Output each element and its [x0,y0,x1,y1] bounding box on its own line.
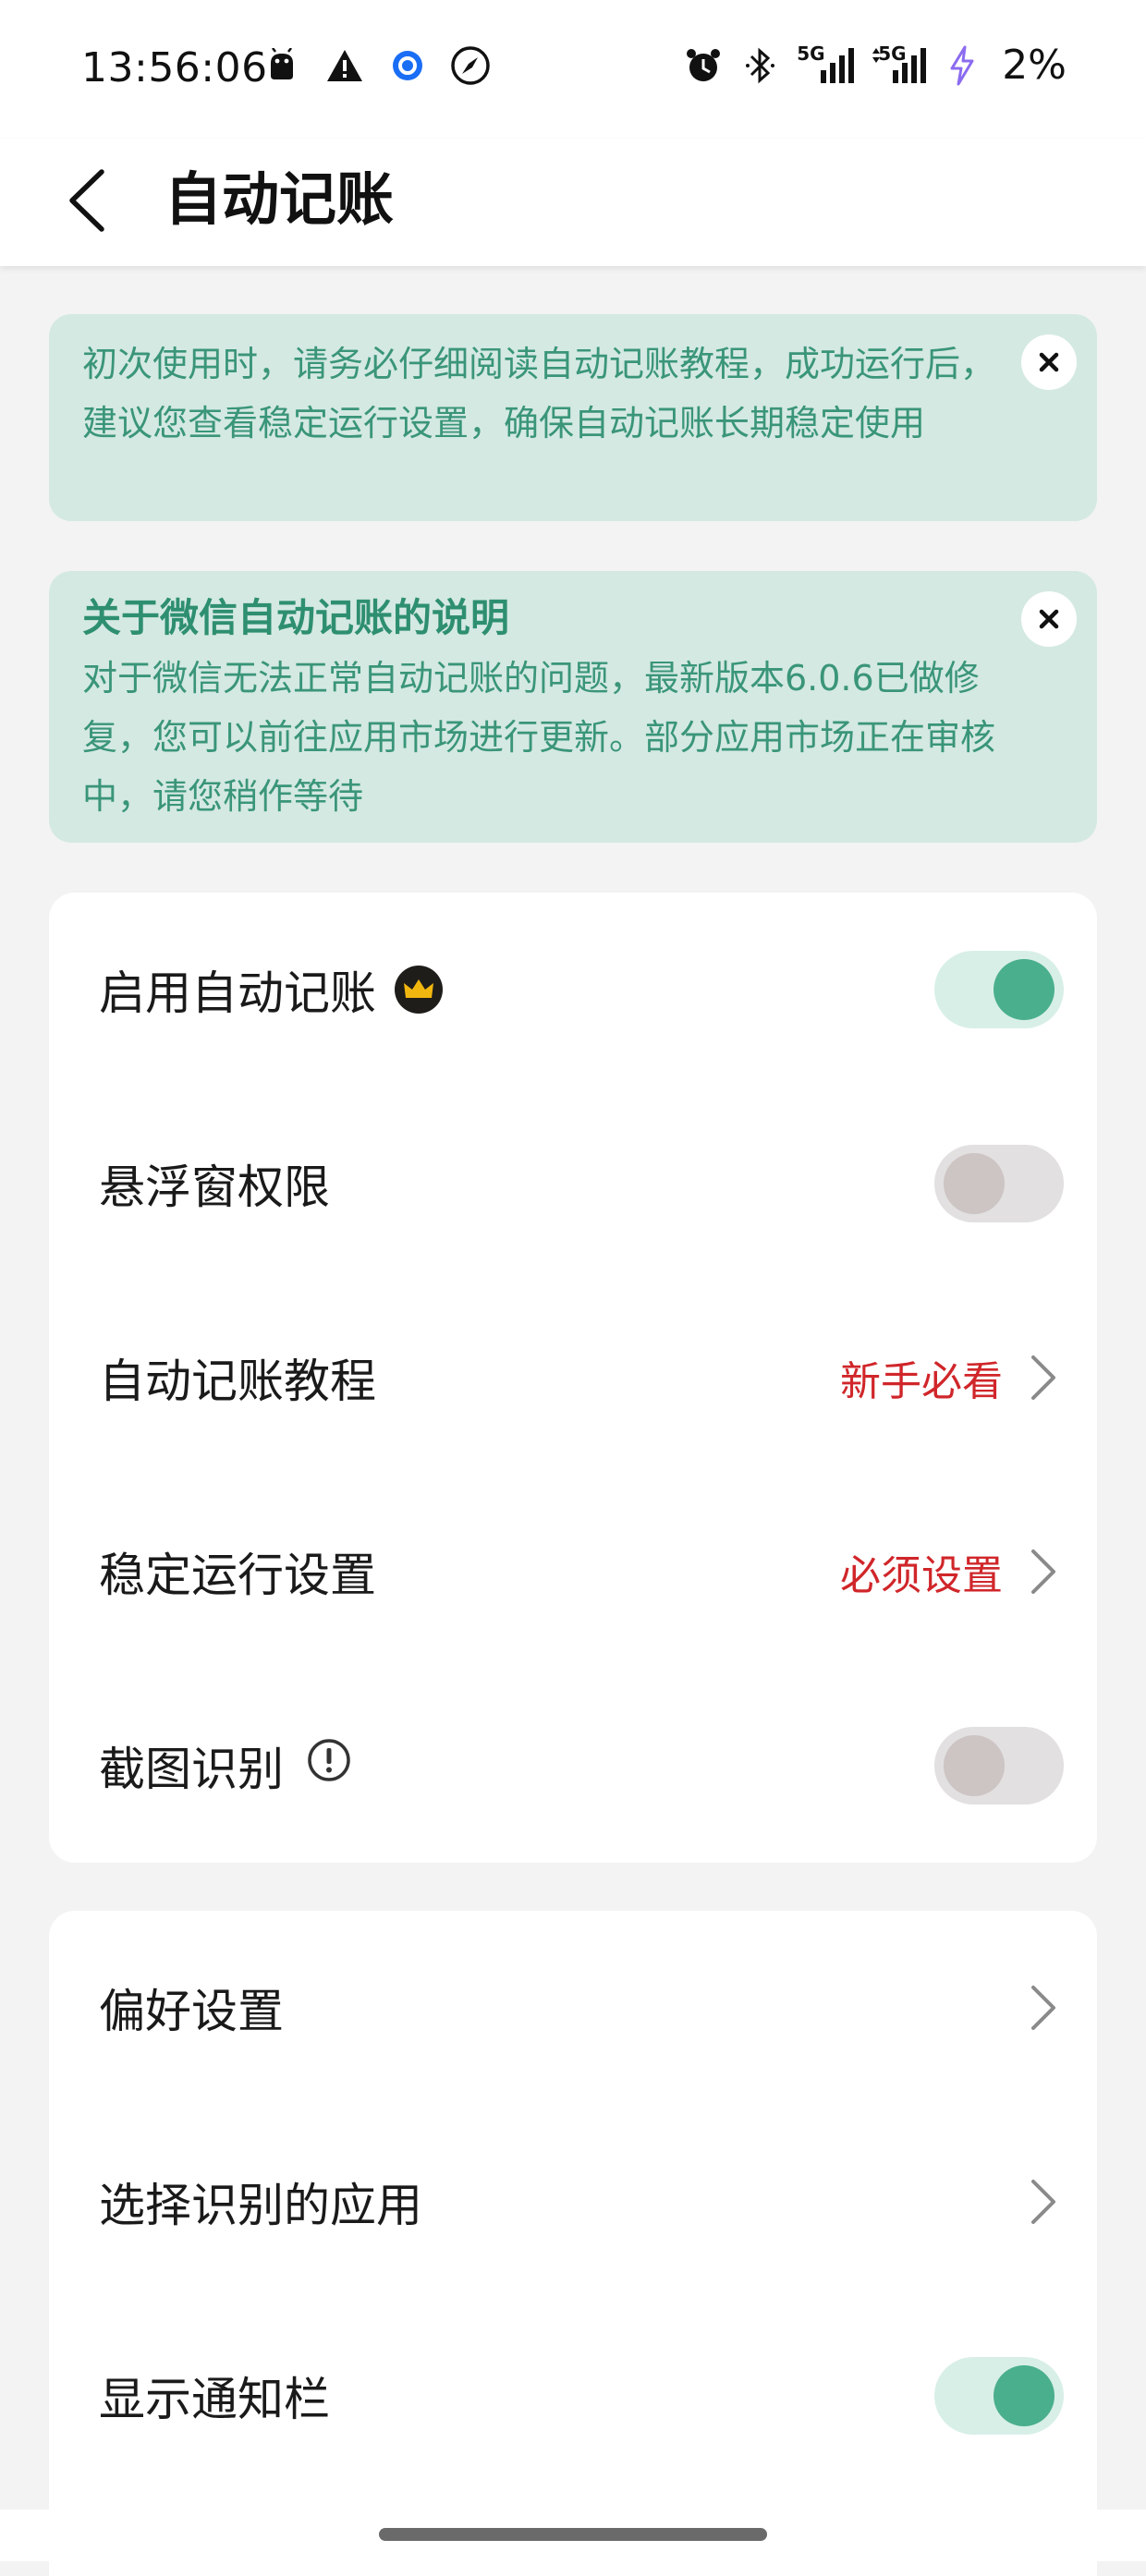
setting-label: 稳定运行设置 [99,1549,376,1602]
close-notice-button[interactable] [1021,591,1077,647]
chevron-right-icon [1023,2174,1064,2230]
setting-label: 选择识别的应用 [99,2179,422,2232]
info-alert-icon[interactable] [306,1737,352,1794]
notice-title: 关于微信自动记账的说明 [82,595,510,640]
status-system-icons: 5G 5G 2% [682,42,1067,89]
tutorial-notice-banner: 初次使用时，请务必仔细阅读自动记账教程，成功运行后，建议您查看稳定运行设置，确保… [49,314,1097,521]
gesture-bar [0,2509,1146,2561]
setting-label: 偏好设置 [99,1985,284,2038]
setting-label: 自动记账教程 [99,1355,376,1408]
close-notice-button[interactable] [1021,334,1077,390]
settings-card-secondary: 偏好设置 选择识别的应用 显示通知栏 [49,1911,1097,2576]
home-indicator[interactable] [379,2528,767,2541]
setting-row-enable-auto-bookkeeping: 启用自动记账 [49,893,1097,1087]
setting-row-stable-running[interactable]: 稳定运行设置 必须设置 [49,1475,1097,1669]
setting-row-preferences[interactable]: 偏好设置 [49,1911,1097,2105]
back-arrow-icon [69,169,104,232]
bluetooth-icon [739,44,782,87]
status-notification-icons [261,44,492,87]
warning-icon [323,44,366,87]
setting-label: 截图识别 [99,1743,284,1796]
battery-level: 2% [1002,42,1067,89]
close-icon [1039,352,1059,372]
notice-text: 对于微信无法正常自动记账的问题，最新版本6.0.6已做修复，您可以前往应用市场进… [82,658,996,817]
setting-row-floating-window: 悬浮窗权限 [49,1087,1097,1281]
screenshot-recognition-toggle[interactable] [934,1727,1064,1804]
vip-crown-icon [395,966,443,1014]
setting-row-show-notification: 显示通知栏 [49,2299,1097,2493]
charging-bolt-icon [941,44,983,87]
signal-5g-data-icon: 5G [869,43,927,87]
close-icon [1039,609,1059,629]
status-bar: 13:56:06 5G 5G 2% [0,0,1146,139]
settings-card-primary: 启用自动记账 悬浮窗权限 自动记账教程 新手必看 稳定运行设置 必须设置 截图识… [49,893,1097,1863]
compass-icon [449,44,492,87]
notice-text: 初次使用时，请务必仔细阅读自动记账教程，成功运行后，建议您查看稳定运行设置，确保… [82,344,996,444]
setting-hint: 必须设置 [840,1552,1003,1599]
signal-5g-icon: 5G [797,43,855,87]
page-title: 自动记账 [165,165,395,233]
setting-row-screenshot-recognition: 截图识别 [49,1669,1097,1863]
setting-label: 启用自动记账 [99,966,376,1020]
alarm-icon [682,44,725,87]
setting-label: 悬浮窗权限 [99,1160,330,1214]
show-notification-bar-toggle[interactable] [934,2357,1064,2435]
wechat-notice-banner: 关于微信自动记账的说明 对于微信无法正常自动记账的问题，最新版本6.0.6已做修… [49,571,1097,843]
setting-hint: 新手必看 [840,1358,1003,1405]
chevron-right-icon [1023,1544,1064,1599]
floating-window-permission-toggle[interactable] [934,1145,1064,1222]
android-robot-icon [261,44,303,87]
chevron-right-icon [1023,1980,1064,2035]
setting-row-select-apps[interactable]: 选择识别的应用 [49,2105,1097,2299]
setting-label: 显示通知栏 [99,2373,330,2426]
enable-auto-bookkeeping-toggle[interactable] [934,951,1064,1028]
status-time: 13:56:06 [81,44,268,91]
app-bar: 自动记账 [0,139,1146,266]
app-notification-icon [386,44,429,87]
back-button[interactable] [48,161,128,240]
setting-row-tutorial[interactable]: 自动记账教程 新手必看 [49,1281,1097,1475]
chevron-right-icon [1023,1350,1064,1405]
